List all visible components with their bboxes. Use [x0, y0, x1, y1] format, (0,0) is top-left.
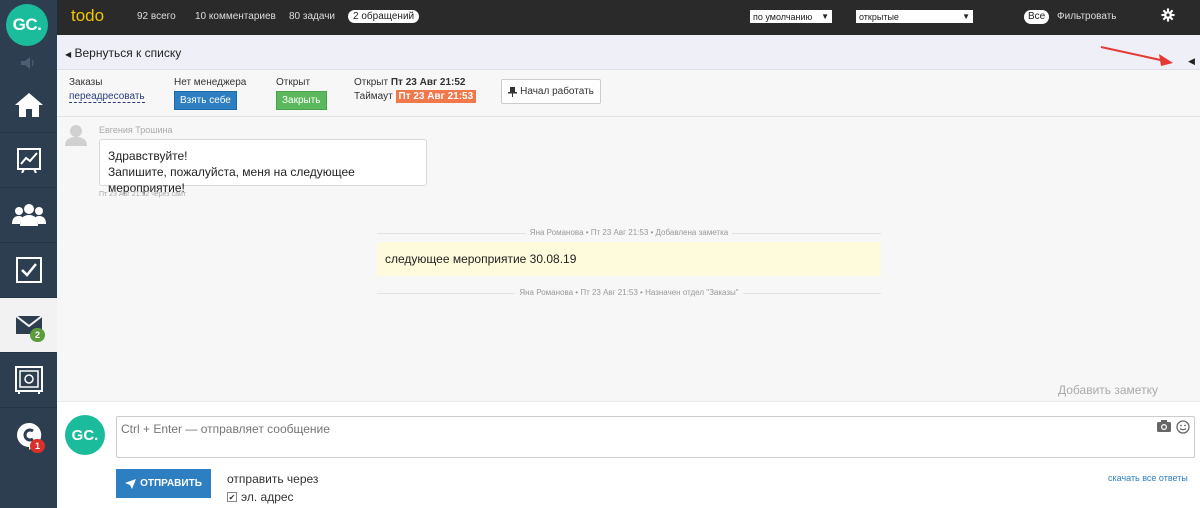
send-button[interactable]: ОТПРАВИТЬ	[116, 469, 211, 498]
system-event-text: Яна Романова • Пт 23 Авг 21:53 • Добавле…	[525, 228, 733, 237]
sidebar: GC. 2 1	[0, 0, 57, 508]
checkbox-icon	[15, 257, 42, 283]
department-block: Заказы переадресовать	[69, 77, 145, 103]
note-card: следующее мероприятие 30.08.19	[377, 242, 881, 276]
sidebar-item-home[interactable]	[0, 78, 57, 133]
sidebar-item-users[interactable]	[0, 188, 57, 243]
email-checkbox[interactable]: ✔	[227, 492, 237, 502]
send-via-label: отправить через	[227, 472, 319, 486]
status-select[interactable]: открытые ▼	[856, 10, 973, 23]
system-event: Яна Романова • Пт 23 Авг 21:53 • Добавле…	[377, 228, 881, 237]
take-button[interactable]: Взять себе	[174, 91, 237, 110]
status-block: Открыт Закрыть	[276, 77, 327, 110]
message-line: Здравствуйте!	[108, 149, 188, 163]
back-link[interactable]: ◀ Вернуться к списку	[65, 46, 181, 60]
chat-badge: 1	[30, 439, 45, 453]
chart-icon	[16, 148, 41, 173]
start-work-button[interactable]: Начал работать	[501, 79, 601, 104]
message-input[interactable]	[116, 416, 1195, 458]
status-label: Открыт	[276, 77, 311, 88]
camera-icon[interactable]	[1157, 420, 1171, 432]
sort-select-value: по умолчанию	[753, 11, 813, 22]
note-text: следующее мероприятие 30.08.19	[385, 252, 577, 266]
logo[interactable]: GC.	[6, 4, 48, 46]
user-avatar-icon	[65, 125, 87, 146]
sidebar-item-messages[interactable]: 2	[0, 298, 57, 353]
sidebar-item-chat[interactable]: 1	[0, 408, 57, 463]
message-author[interactable]: Евгения Трошина	[99, 125, 172, 135]
filter-button[interactable]: Фильтровать	[1057, 11, 1117, 22]
chevron-down-icon: ▼	[962, 12, 970, 21]
manager-label: Нет менеджера	[174, 77, 247, 88]
input-tools	[1157, 420, 1190, 434]
annotation-arrow-icon	[1100, 46, 1173, 66]
comments-count[interactable]: 10 комментариев	[195, 11, 276, 22]
pin-icon	[508, 86, 518, 97]
status-select-value: открытые	[859, 11, 899, 22]
gear-icon[interactable]	[1161, 8, 1175, 22]
sort-select[interactable]: по умолчанию ▼	[750, 10, 832, 23]
add-note-link[interactable]: Добавить заметку	[1058, 383, 1158, 397]
safe-icon	[14, 366, 43, 394]
back-link-label: Вернуться к списку	[74, 46, 182, 60]
department-label: Заказы	[69, 77, 103, 88]
collapse-panel-icon[interactable]: ◀	[1188, 56, 1195, 67]
composer: GC. ОТПРАВИТЬ отправить через ✔ эл. адре…	[57, 401, 1200, 508]
timeout-line: Таймаут Пт 23 Авг 21:53	[354, 90, 477, 103]
tasks-count[interactable]: 80 задачи	[289, 11, 335, 22]
manager-block: Нет менеджера Взять себе	[174, 77, 246, 110]
conversation-feed: Евгения Трошина Здравствуйте! Запишите, …	[57, 118, 1200, 401]
opened-label: Открыт	[354, 77, 389, 88]
top-bar: todo 92 всего 10 комментариев 80 задачи …	[57, 0, 1200, 35]
download-all-link[interactable]: скачать все ответы	[1108, 473, 1188, 483]
sidebar-item-stats[interactable]	[0, 133, 57, 188]
timeout-value: Пт 23 Авг 21:53	[395, 90, 477, 103]
redirect-link[interactable]: переадресовать	[69, 91, 145, 103]
email-channel-option[interactable]: ✔ эл. адрес	[227, 490, 294, 504]
timeout-label: Таймаут	[354, 91, 393, 102]
home-icon	[14, 93, 43, 117]
opened-line: Открыт Пт 23 Авг 21:52	[354, 77, 476, 88]
timing-block: Открыт Пт 23 Авг 21:52 Таймаут Пт 23 Авг…	[354, 77, 477, 103]
system-event-text: Яна Романова • Пт 23 Авг 21:53 • Назначе…	[515, 288, 743, 297]
paper-plane-icon	[125, 478, 137, 489]
send-button-label: ОТПРАВИТЬ	[140, 478, 202, 489]
messages-badge: 2	[30, 328, 45, 342]
close-ticket-button[interactable]: Закрыть	[276, 91, 327, 110]
back-bar: ◀ Вернуться к списку ◀	[57, 35, 1200, 70]
email-option-label: эл. адрес	[241, 490, 294, 504]
system-event: Яна Романова • Пт 23 Авг 21:53 • Назначе…	[377, 288, 881, 297]
start-work-label: Начал работать	[520, 86, 594, 97]
speaker-icon[interactable]	[18, 56, 38, 70]
avatar: GC.	[65, 415, 105, 455]
arrow-left-icon: ◀	[65, 50, 72, 59]
message-bubble: Здравствуйте! Запишите, пожалуйста, меня…	[99, 139, 427, 195]
requests-count[interactable]: 2 обращений	[348, 10, 420, 23]
chevron-down-icon: ▼	[821, 12, 829, 21]
ticket-info-bar: Заказы переадресовать Нет менеджера Взят…	[57, 71, 1200, 117]
message-meta: Пт 23 Авг 21:52 через сайт	[99, 191, 187, 198]
opened-value: Пт 23 Авг 21:52	[390, 77, 466, 88]
page-title: todo	[71, 6, 105, 25]
total-count[interactable]: 92 всего	[137, 11, 176, 22]
all-toggle[interactable]: Все	[1024, 10, 1050, 24]
smiley-icon[interactable]	[1176, 420, 1190, 434]
sidebar-item-tasks[interactable]	[0, 243, 57, 298]
users-icon	[11, 204, 46, 226]
sidebar-item-safe[interactable]	[0, 353, 57, 408]
